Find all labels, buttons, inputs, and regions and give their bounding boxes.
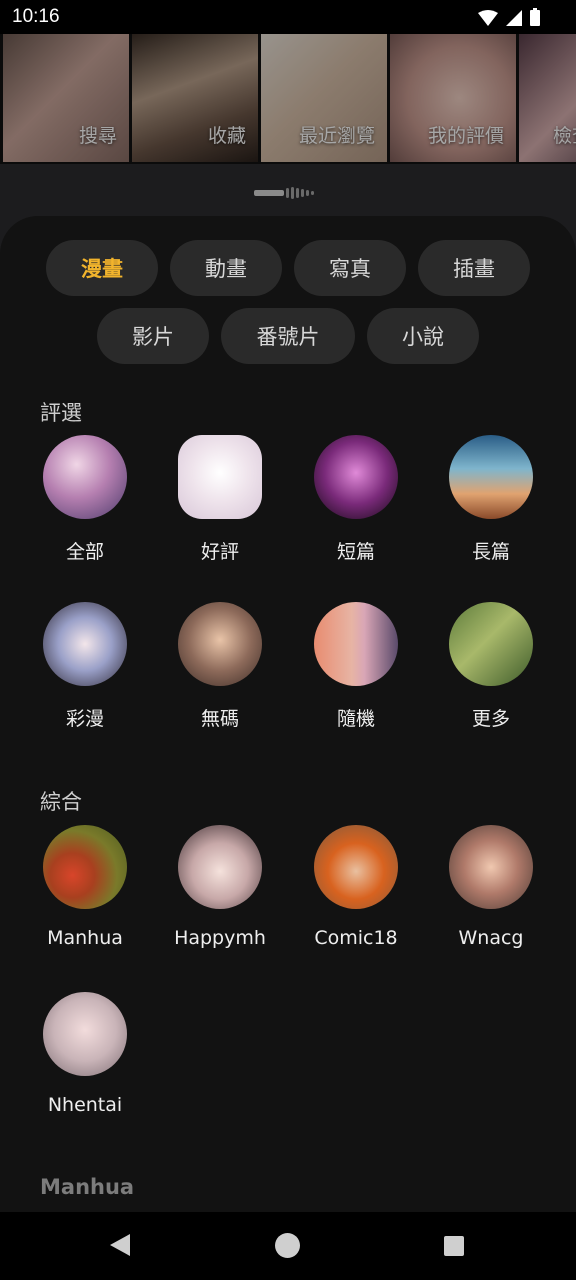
grid-item-label: 好評 [200, 541, 239, 563]
grid-item-comic18[interactable]: Comic18 [296, 825, 416, 949]
check-tile-label: 檢查 [553, 125, 576, 147]
ratings-tile-label: 我的評價 [427, 125, 504, 147]
drag-handle[interactable] [254, 187, 314, 199]
grid-item-uncensored[interactable]: 無碼 [160, 602, 280, 731]
history-tile[interactable]: 最近瀏覽 [261, 34, 387, 162]
chip-illustration[interactable]: 插畫 [418, 240, 530, 296]
category-chips-row-1: 漫畫 動畫 寫真 插畫 [0, 240, 576, 296]
favorites-tile-label: 收藏 [207, 125, 246, 147]
grid-item-color[interactable]: 彩漫 [25, 602, 145, 731]
chip-av-code[interactable]: 番號片 [221, 308, 355, 364]
grid-item-top-rated[interactable]: 好評 [160, 435, 280, 564]
search-tile-label: 搜尋 [78, 125, 117, 147]
check-tile[interactable]: 檢查 [519, 34, 576, 162]
grid-item-label: 無碼 [200, 708, 239, 730]
navigation-bar [0, 1212, 576, 1280]
avatar [43, 602, 127, 686]
grid-item-label: 更多 [471, 708, 510, 730]
avatar [314, 825, 398, 909]
grid-item-happymh[interactable]: Happymh [160, 825, 280, 949]
avatar [43, 825, 127, 909]
grid-item-manhua[interactable]: Manhua [25, 825, 145, 949]
favorites-tile[interactable]: 收藏 [132, 34, 258, 162]
avatar [178, 602, 262, 686]
section-title-manhua: Manhua [40, 1175, 135, 1199]
recents-icon[interactable] [444, 1236, 464, 1256]
signal-icon [506, 10, 522, 26]
chip-anime[interactable]: 動畫 [170, 240, 282, 296]
grid-item-more[interactable]: 更多 [431, 602, 551, 731]
status-bar: 10:16 [0, 0, 576, 34]
home-icon[interactable] [275, 1233, 300, 1258]
grid-item-label: 長篇 [471, 541, 510, 563]
chip-manga[interactable]: 漫畫 [46, 240, 158, 296]
grid-item-long[interactable]: 長篇 [431, 435, 551, 564]
grid-item-label: 全部 [65, 541, 104, 563]
grid-item-short[interactable]: 短篇 [296, 435, 416, 564]
category-sheet: 漫畫 動畫 寫真 插畫 影片 番號片 小說 評選 全部 好評 短篇 長篇 彩漫 … [0, 216, 576, 1216]
chip-video[interactable]: 影片 [97, 308, 209, 364]
grid-item-label: Comic18 [314, 927, 398, 949]
avatar [449, 602, 533, 686]
grid-item-label: Happymh [174, 927, 266, 949]
grid-item-label: 彩漫 [65, 708, 104, 730]
avatar [178, 825, 262, 909]
chip-photo[interactable]: 寫真 [294, 240, 406, 296]
grid-item-label: Manhua [47, 927, 123, 949]
category-chips-row-2: 影片 番號片 小說 [0, 308, 576, 364]
avatar [449, 435, 533, 519]
grid-item-nhentai[interactable]: Nhentai [25, 992, 145, 1116]
avatar [43, 435, 127, 519]
back-icon[interactable] [110, 1234, 130, 1256]
status-icons [478, 8, 540, 26]
ratings-tile[interactable]: 我的評價 [390, 34, 516, 162]
shortcut-banner: 搜尋 收藏 最近瀏覽 我的評價 檢查 [0, 34, 576, 164]
grid-item-wnacg[interactable]: Wnacg [431, 825, 551, 949]
grid-item-label: Wnacg [458, 927, 524, 949]
status-time: 10:16 [12, 6, 60, 27]
avatar [314, 602, 398, 686]
search-tile[interactable]: 搜尋 [3, 34, 129, 162]
section-title-general: 綜合 [40, 790, 82, 814]
grid-item-label: 隨機 [336, 708, 375, 730]
section-title-selection: 評選 [40, 401, 82, 425]
history-tile-label: 最近瀏覽 [298, 125, 375, 147]
grid-item-random[interactable]: 隨機 [296, 602, 416, 731]
avatar [449, 825, 533, 909]
grid-item-all[interactable]: 全部 [25, 435, 145, 564]
avatar [43, 992, 127, 1076]
grid-item-label: Nhentai [47, 1094, 123, 1116]
wifi-icon [478, 10, 498, 26]
battery-icon [530, 8, 540, 26]
avatar [314, 435, 398, 519]
avatar [178, 435, 262, 519]
grid-item-label: 短篇 [336, 541, 375, 563]
chip-novel[interactable]: 小說 [367, 308, 479, 364]
